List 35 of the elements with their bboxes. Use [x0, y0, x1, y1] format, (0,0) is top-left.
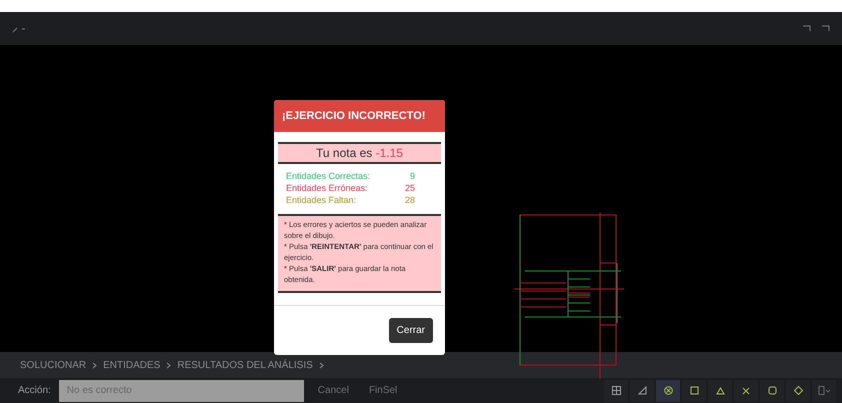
cross-icon	[742, 386, 750, 394]
tool-button[interactable]	[682, 380, 706, 402]
tool-button[interactable]	[760, 380, 784, 402]
stat-label: Entidades Correctas:	[286, 171, 370, 181]
command-label: Acción:	[17, 385, 52, 396]
tool-button[interactable]	[656, 380, 680, 402]
diamond-icon	[794, 386, 802, 395]
chevron-icon	[166, 362, 172, 368]
close-button[interactable]: Cerrar	[388, 318, 433, 343]
stat-label: Entidades Faltan:	[286, 195, 356, 205]
dialog-title: ¡EJERCICIO INCORRECTO!	[274, 100, 445, 132]
breadcrumb-item[interactable]: ENTIDADES	[103, 360, 160, 370]
angle-icon	[638, 386, 646, 395]
grid-icon	[612, 386, 620, 395]
command-option[interactable]: FinSel	[362, 384, 404, 397]
square-icon	[690, 386, 698, 395]
stat-value: 28	[404, 195, 415, 205]
device-icon	[818, 386, 830, 395]
stat-value: 25	[404, 183, 415, 193]
rounded-square-icon	[768, 386, 776, 395]
tool-button[interactable]	[786, 380, 810, 402]
triangle-icon	[716, 386, 724, 394]
score-text: Tu nota es -1.15	[278, 142, 441, 164]
breadcrumb-item[interactable]: RESULTADOS DEL ANÁLISIS	[177, 360, 313, 370]
chevron-icon	[318, 362, 324, 368]
tool-button[interactable]	[630, 380, 654, 402]
command-option[interactable]: Cancel	[312, 384, 355, 397]
stat-label: Entidades Erróneas:	[286, 183, 368, 193]
stat-value: 9	[410, 171, 415, 181]
chevron-icon	[92, 362, 98, 368]
tool-button[interactable]	[708, 380, 732, 402]
tool-button[interactable]	[734, 380, 758, 402]
tool-button[interactable]	[604, 380, 628, 402]
circle-cross-icon	[664, 386, 672, 395]
breadcrumb-item[interactable]: SOLUCIONAR	[20, 360, 86, 370]
